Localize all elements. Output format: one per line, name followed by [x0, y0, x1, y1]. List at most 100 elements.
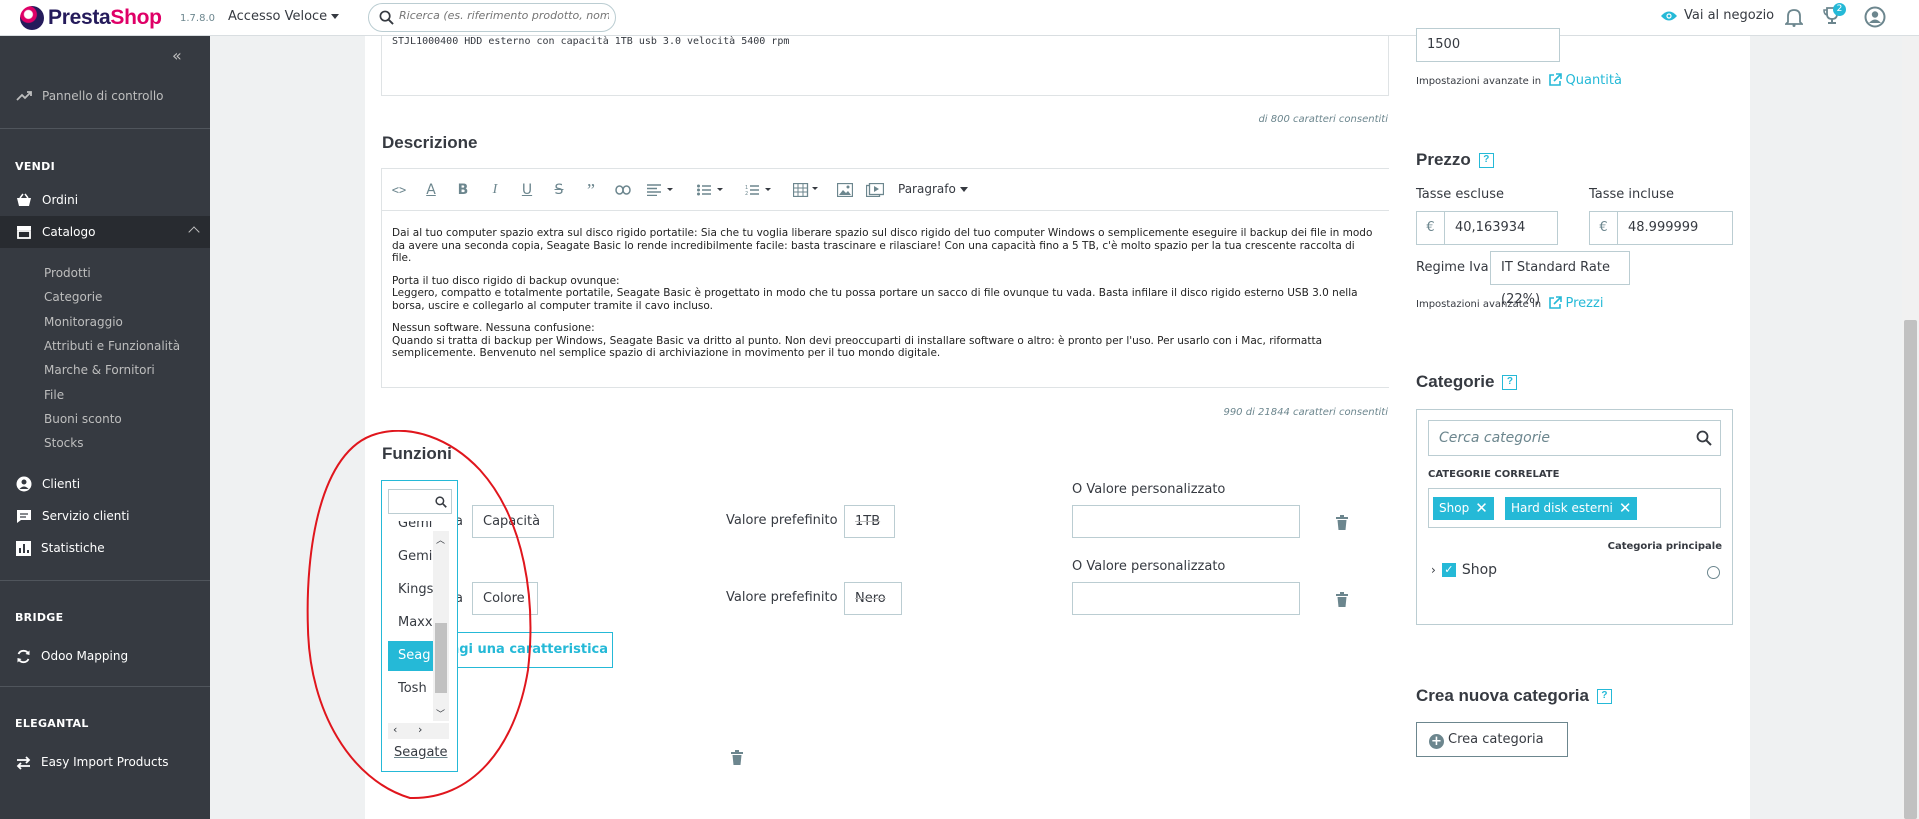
sync-icon	[17, 649, 30, 663]
image-icon[interactable]	[836, 181, 854, 199]
category-checkbox[interactable]: ✓	[1441, 563, 1456, 577]
main-category-radio[interactable]	[1707, 566, 1720, 579]
default-value-select-1[interactable]: 1TB	[844, 505, 895, 538]
sidebar-item-dashboard[interactable]: Pannello di controllo	[0, 80, 210, 112]
sidebar-sub-categories[interactable]: Categorie	[44, 290, 102, 304]
person-circle-icon	[16, 476, 32, 492]
sidebar-sub-monitoring[interactable]: Monitoraggio	[44, 315, 123, 329]
quote-icon[interactable]: ”	[582, 180, 600, 200]
dropdown-search-input[interactable]	[388, 489, 452, 514]
quantity-input[interactable]: 1500	[1416, 28, 1560, 62]
puffin-logo-icon	[20, 6, 44, 30]
visit-store-link[interactable]: Vai al negozio	[1660, 8, 1774, 23]
align-icon[interactable]	[646, 181, 676, 199]
sidebar-item-customer-service[interactable]: Servizio clienti	[0, 500, 210, 532]
brand-dropdown[interactable]: Gemi Gemi Kings Maxx Seag Tosh ︿ ﹀ ‹ › S…	[381, 480, 458, 772]
global-search-input[interactable]	[399, 9, 609, 22]
italic-icon[interactable]: I	[486, 181, 504, 199]
sidebar-sub-vouchers[interactable]: Buoni sconto	[44, 412, 122, 426]
price-tax-incl-input[interactable]: 48.999999	[1617, 211, 1733, 245]
new-category-title: Crea nuova categoria?	[1416, 686, 1612, 706]
global-search[interactable]	[368, 3, 616, 32]
currency-prefix: €	[1416, 211, 1444, 245]
add-feature-button[interactable]: ngi una caratteristica	[440, 632, 613, 668]
bullet-list-icon[interactable]	[696, 181, 726, 199]
help-icon[interactable]: ?	[1478, 153, 1494, 169]
sidebar-item-customers[interactable]: Clienti	[0, 468, 210, 500]
link-icon[interactable]	[614, 181, 632, 199]
dropdown-scrollbar-thumb[interactable]	[435, 623, 447, 693]
strikethrough-icon[interactable]: S	[550, 181, 568, 199]
close-icon[interactable]: ✕	[1475, 499, 1488, 517]
vat-select[interactable]: IT Standard Rate (22%)	[1490, 251, 1630, 307]
svg-text:2: 2	[745, 191, 748, 196]
bold-icon[interactable]: B	[454, 181, 472, 199]
store-icon	[17, 226, 31, 239]
custom-value-input-1[interactable]	[1072, 505, 1300, 538]
feature-select-2[interactable]: Colore	[472, 582, 538, 615]
external-link-icon	[1549, 73, 1563, 86]
sidebar-item-odoo[interactable]: Odoo Mapping	[0, 640, 210, 672]
dropdown-option[interactable]: Maxx	[388, 608, 433, 638]
notification-badge: 2	[1833, 3, 1846, 16]
text-color-icon[interactable]: A	[422, 181, 440, 199]
paragraph-format-menu[interactable]: Paragrafo	[898, 182, 968, 196]
code-icon[interactable]: <>	[390, 181, 408, 199]
description-editor[interactable]: <> A B I U S ” 12 Paragrafo Dai al tuo c…	[381, 168, 1389, 388]
numbered-list-icon[interactable]: 12	[744, 181, 774, 199]
trash-icon[interactable]	[731, 750, 743, 765]
description-title: Descrizione	[382, 133, 478, 152]
category-tag[interactable]: Hard disk esterni ✕	[1505, 497, 1638, 520]
price-tax-excl-input[interactable]: 40,163934	[1444, 211, 1558, 245]
dropdown-option[interactable]: Tosh	[388, 674, 433, 704]
related-categories-label: CATEGORIE CORRELATE	[1428, 469, 1560, 480]
scroll-up-icon[interactable]: ︿	[436, 533, 445, 546]
default-value-select-2[interactable]: Nero	[844, 582, 902, 615]
sidebar-item-orders[interactable]: Ordini	[0, 184, 210, 216]
sidebar-sub-stocks[interactable]: Stocks	[44, 436, 83, 450]
dropdown-hscrollbar[interactable]: ‹ ›	[388, 723, 449, 739]
help-icon[interactable]: ?	[1502, 375, 1518, 391]
categories-search-input[interactable]: Cerca categorie	[1428, 420, 1721, 456]
chevron-right-icon[interactable]: ›	[1431, 563, 1436, 577]
prestashop-logo[interactable]: PrestaShop	[20, 4, 162, 32]
feature-select-1[interactable]: Capacità	[472, 505, 554, 538]
media-icon[interactable]	[866, 181, 884, 199]
sidebar-sub-attributes[interactable]: Attributi e Funzionalità	[44, 339, 180, 353]
trash-icon[interactable]	[1336, 592, 1348, 607]
category-tree-item[interactable]: › ✓ Shop	[1431, 562, 1497, 578]
table-icon[interactable]	[792, 181, 822, 199]
page-scrollbar-thumb[interactable]	[1904, 320, 1917, 819]
trash-icon[interactable]	[1336, 515, 1348, 530]
dropdown-option[interactable]: Gemi	[388, 521, 433, 539]
scroll-left-icon[interactable]: ‹	[393, 723, 397, 736]
scroll-right-icon[interactable]: ›	[418, 723, 422, 736]
sidebar-sub-brands[interactable]: Marche & Fornitori	[44, 363, 155, 377]
dropdown-option[interactable]: Gemi	[388, 542, 433, 572]
description-content[interactable]: Dai al tuo computer spazio extra sul dis…	[392, 227, 1377, 370]
section-elegantal: ELEGANTAL	[15, 717, 89, 730]
sidebar-item-stats[interactable]: Statistiche	[0, 532, 210, 564]
quick-access-menu[interactable]: Accesso Veloce	[228, 9, 340, 24]
scroll-down-icon[interactable]: ﹀	[436, 707, 445, 720]
create-category-button[interactable]: + Crea categoria	[1416, 722, 1568, 757]
underline-icon[interactable]: U	[518, 181, 536, 199]
sidebar-item-easy-import[interactable]: Easy Import Products	[0, 746, 210, 778]
sidebar-sub-products[interactable]: Prodotti	[44, 266, 91, 280]
dropdown-option-selected[interactable]: Seag	[388, 641, 433, 671]
custom-value-input-2[interactable]	[1072, 582, 1300, 615]
user-account-icon[interactable]	[1864, 6, 1886, 28]
dropdown-scrollbar[interactable]: ︿ ﹀	[433, 531, 449, 721]
close-icon[interactable]: ✕	[1619, 499, 1632, 517]
collapse-sidebar-icon[interactable]: «	[172, 46, 182, 65]
summary-textarea[interactable]: STJL1000400 HDD esterno con capacità 1TB…	[381, 36, 1389, 96]
sidebar-item-catalog[interactable]: Catalogo	[0, 216, 210, 248]
bell-icon[interactable]	[1785, 7, 1803, 27]
dropdown-option[interactable]: Kings	[388, 575, 433, 605]
sidebar-sub-files[interactable]: File	[44, 388, 64, 402]
section-bridge: BRIDGE	[15, 611, 64, 624]
category-tag[interactable]: Shop ✕	[1433, 497, 1494, 520]
quantity-link[interactable]: Quantità	[1566, 73, 1622, 88]
help-icon[interactable]: ?	[1596, 689, 1612, 705]
price-link[interactable]: Prezzi	[1566, 296, 1604, 311]
